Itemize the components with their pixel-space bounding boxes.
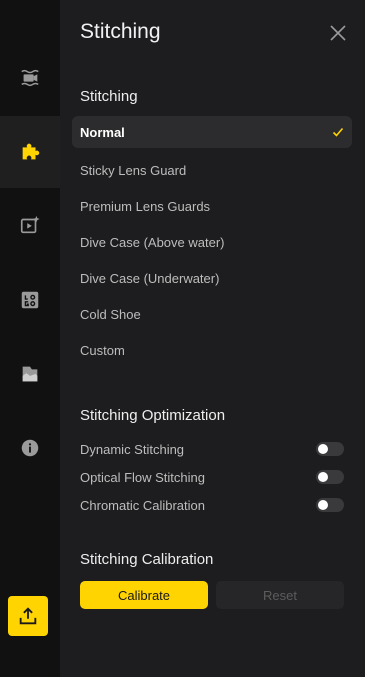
optical-flow-stitching-toggle[interactable] bbox=[316, 470, 344, 484]
stitching-panel: Stitching Stitching Normal Sticky Lens G… bbox=[60, 0, 365, 677]
mode-item-label: Normal bbox=[80, 124, 125, 140]
mode-item-dive-case-above-water[interactable]: Dive Case (Above water) bbox=[72, 224, 352, 260]
chromatic-calibration-toggle[interactable] bbox=[316, 498, 344, 512]
close-icon[interactable] bbox=[329, 24, 347, 42]
rail-info-button[interactable] bbox=[0, 412, 60, 484]
toggle-knob bbox=[318, 500, 328, 510]
rail-stitching-button[interactable] bbox=[0, 116, 60, 188]
mode-item-label: Dive Case (Above water) bbox=[80, 234, 225, 250]
rail-files-button[interactable] bbox=[0, 338, 60, 410]
mode-item-cold-shoe[interactable]: Cold Shoe bbox=[72, 296, 352, 332]
export-icon bbox=[19, 607, 37, 625]
option-dynamic-stitching: Dynamic Stitching bbox=[80, 435, 344, 463]
rail-effects-button[interactable] bbox=[0, 189, 60, 261]
video-effects-icon bbox=[20, 215, 40, 234]
mode-item-premium-lens-guards[interactable]: Premium Lens Guards bbox=[72, 188, 352, 224]
rail-logo-button[interactable] bbox=[0, 264, 60, 336]
reset-button[interactable]: Reset bbox=[216, 581, 344, 609]
side-rail bbox=[0, 0, 60, 677]
option-label: Chromatic Calibration bbox=[80, 497, 205, 513]
mode-item-custom[interactable]: Custom bbox=[72, 332, 352, 368]
option-label: Optical Flow Stitching bbox=[80, 469, 205, 485]
stitching-heading: Stitching bbox=[80, 88, 138, 105]
optimization-heading: Stitching Optimization bbox=[80, 407, 226, 424]
rail-stabilize-button[interactable] bbox=[0, 42, 60, 114]
info-icon bbox=[21, 439, 39, 457]
mode-item-normal[interactable]: Normal bbox=[72, 116, 352, 148]
panel-title: Stitching bbox=[80, 20, 161, 43]
dynamic-stitching-toggle[interactable] bbox=[316, 442, 344, 456]
mode-item-dive-case-underwater[interactable]: Dive Case (Underwater) bbox=[72, 260, 352, 296]
mode-item-label: Custom bbox=[80, 342, 125, 358]
mode-item-label: Premium Lens Guards bbox=[80, 198, 211, 214]
mode-item-label: Cold Shoe bbox=[80, 306, 141, 322]
folder-icon bbox=[22, 366, 38, 382]
checkmark-icon bbox=[332, 127, 344, 137]
toggle-knob bbox=[318, 472, 328, 482]
stitching-mode-list: Normal Sticky Lens Guard Premium Lens Gu… bbox=[72, 116, 352, 368]
mode-item-sticky-lens-guard[interactable]: Sticky Lens Guard bbox=[72, 152, 352, 188]
stabilize-icon bbox=[21, 69, 39, 87]
toggle-knob bbox=[318, 444, 328, 454]
option-chromatic-calibration: Chromatic Calibration bbox=[80, 491, 344, 519]
mode-item-label: Dive Case (Underwater) bbox=[80, 270, 220, 286]
stitching-puzzle-icon bbox=[22, 143, 40, 160]
option-label: Dynamic Stitching bbox=[80, 441, 185, 457]
calibrate-button[interactable]: Calibrate bbox=[80, 581, 208, 609]
logo-icon bbox=[21, 291, 39, 309]
export-button[interactable] bbox=[8, 596, 48, 636]
option-optical-flow-stitching: Optical Flow Stitching bbox=[80, 463, 344, 491]
calibration-heading: Stitching Calibration bbox=[80, 551, 214, 568]
mode-item-label: Sticky Lens Guard bbox=[80, 162, 187, 178]
